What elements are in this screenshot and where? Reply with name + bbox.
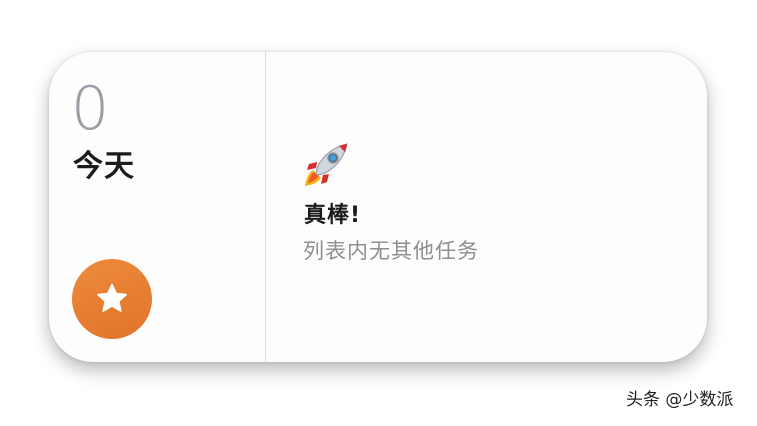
empty-state-pane: 真棒! 列表内无其他任务 <box>266 52 707 362</box>
rocket-icon <box>305 143 348 186</box>
star-icon <box>97 283 127 312</box>
list-summary-pane[interactable]: 0 今天 <box>49 52 266 362</box>
star-button[interactable] <box>72 259 152 339</box>
reminders-widget[interactable]: 0 今天 真棒! 列表内无其他任务 <box>49 52 707 362</box>
empty-state-subtitle: 列表内无其他任务 <box>303 239 479 263</box>
list-name: 今天 <box>73 149 135 184</box>
empty-state-title: 真棒! <box>304 203 362 228</box>
task-count: 0 <box>71 74 110 144</box>
watermark: 头条 @少数派 <box>626 390 734 410</box>
